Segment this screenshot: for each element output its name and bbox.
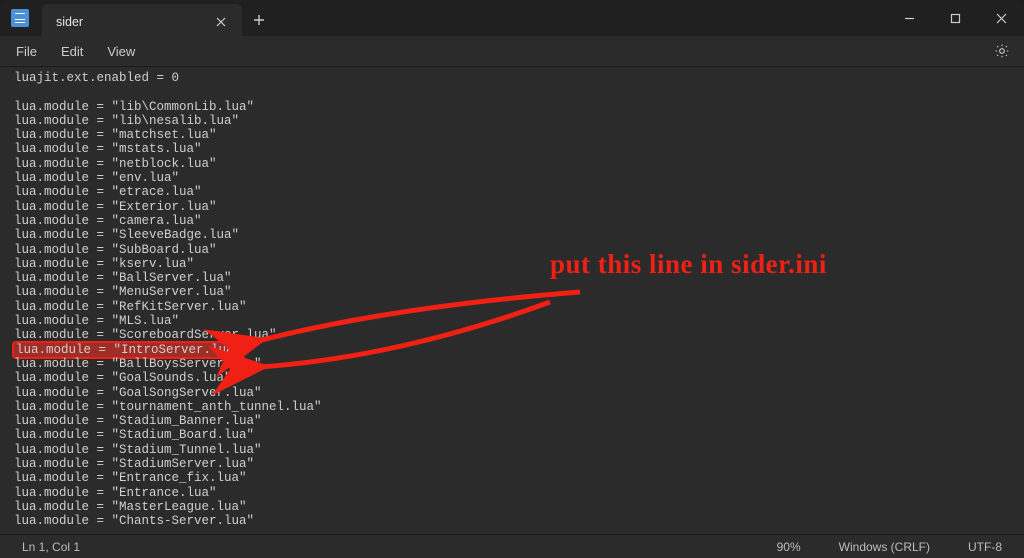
editor-line[interactable]: lua.module = "BallServer.lua" (14, 271, 1024, 285)
status-line-ending[interactable]: Windows (CRLF) (831, 540, 938, 554)
editor-line[interactable]: lua.module = "env.lua" (14, 171, 1024, 185)
app-window: sider File Edit View (0, 0, 1024, 558)
menu-edit[interactable]: Edit (49, 40, 95, 63)
editor-line[interactable]: lua.module = "etrace.lua" (14, 185, 1024, 199)
status-zoom[interactable]: 90% (769, 540, 809, 554)
menu-view[interactable]: View (95, 40, 147, 63)
editor-line[interactable]: lua.module = "tournament_anth_tunnel.lua… (14, 400, 1024, 414)
editor-line[interactable]: lua.module = "mstats.lua" (14, 142, 1024, 156)
editor-line[interactable]: lua.module = "Stadium_Tunnel.lua" (14, 443, 1024, 457)
app-icon (0, 0, 40, 36)
window-controls (886, 0, 1024, 36)
highlighted-line: lua.module = "IntroServer.lua" (14, 343, 243, 357)
tab-title: sider (56, 15, 83, 29)
editor-line[interactable]: lua.module = "SleeveBadge.lua" (14, 228, 1024, 242)
editor-line[interactable]: lua.module = "Entrance_fix.lua" (14, 471, 1024, 485)
editor-line[interactable]: lua.module = "StadiumServer.lua" (14, 457, 1024, 471)
menu-file[interactable]: File (4, 40, 49, 63)
titlebar[interactable]: sider (0, 0, 1024, 36)
editor-line[interactable]: lua.module = "GoalSongServer.lua" (14, 386, 1024, 400)
settings-button[interactable] (988, 37, 1016, 65)
maximize-button[interactable] (932, 0, 978, 36)
minimize-icon (904, 13, 915, 24)
tab-sider[interactable]: sider (42, 4, 242, 40)
tab-close-button[interactable] (212, 13, 230, 31)
editor-line[interactable]: lua.module = "MasterLeague.lua" (14, 500, 1024, 514)
new-tab-button[interactable] (242, 4, 276, 36)
editor-line[interactable]: lua.module = "Entrance.lua" (14, 486, 1024, 500)
editor-line[interactable]: lua.module = "ScoreboardServer.lua" (14, 328, 1024, 342)
editor-line[interactable]: lua.module = "lib\nesalib.lua" (14, 114, 1024, 128)
editor-line[interactable]: lua.module = "MLS.lua" (14, 314, 1024, 328)
statusbar: Ln 1, Col 1 90% Windows (CRLF) UTF-8 (0, 534, 1024, 558)
plus-icon (253, 14, 265, 26)
editor-line[interactable]: lua.module = "camera.lua" (14, 214, 1024, 228)
editor-line[interactable]: lua.module = "kserv.lua" (14, 257, 1024, 271)
close-icon (216, 17, 226, 27)
editor-line[interactable]: lua.module = "SubBoard.lua" (14, 243, 1024, 257)
status-position[interactable]: Ln 1, Col 1 (14, 540, 88, 554)
editor-line[interactable]: luajit.ext.enabled = 0 (14, 71, 1024, 85)
editor-line[interactable] (14, 85, 1024, 99)
menubar: File Edit View (0, 36, 1024, 66)
close-icon (996, 13, 1007, 24)
editor-line[interactable]: lua.module = "BallBoysServer.lua" (14, 357, 1024, 371)
titlebar-drag-area[interactable] (276, 0, 886, 36)
editor-line[interactable]: lua.module = "Stadium_Banner.lua" (14, 414, 1024, 428)
editor-line[interactable]: lua.module = "GoalSounds.lua" (14, 371, 1024, 385)
editor-line[interactable]: lua.module = "matchset.lua" (14, 128, 1024, 142)
editor-area[interactable]: luajit.ext.enabled = 0 lua.module = "lib\… (0, 66, 1024, 534)
maximize-icon (950, 13, 961, 24)
editor-line[interactable]: lua.module = "Stadium_Board.lua" (14, 428, 1024, 442)
gear-icon (994, 43, 1010, 59)
editor-line[interactable]: lua.module = "Chants-Server.lua" (14, 514, 1024, 528)
editor-line[interactable]: lua.module = "lib\CommonLib.lua" (14, 100, 1024, 114)
editor-line[interactable]: lua.module = "MenuServer.lua" (14, 285, 1024, 299)
editor-line[interactable]: lua.module = "Exterior.lua" (14, 200, 1024, 214)
minimize-button[interactable] (886, 0, 932, 36)
status-encoding[interactable]: UTF-8 (960, 540, 1010, 554)
editor-line[interactable]: lua.module = "RefKitServer.lua" (14, 300, 1024, 314)
close-window-button[interactable] (978, 0, 1024, 36)
editor-line[interactable]: lua.module = "IntroServer.lua" (14, 343, 1024, 357)
editor-line[interactable]: lua.module = "netblock.lua" (14, 157, 1024, 171)
